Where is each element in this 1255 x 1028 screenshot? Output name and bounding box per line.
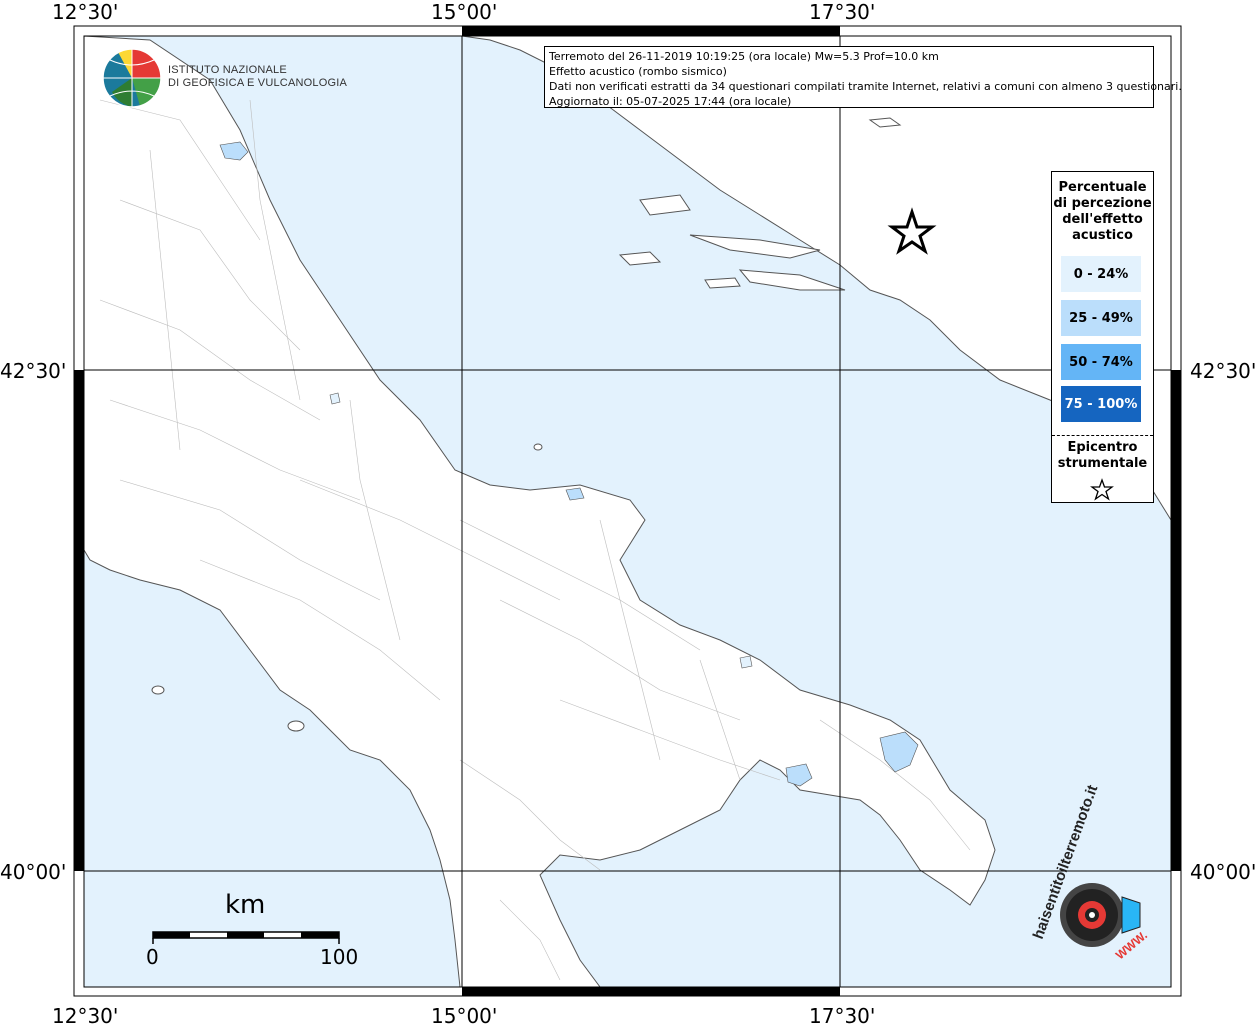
legend-title-line: Percentuale — [1058, 180, 1147, 195]
axis-label-left-2: 40°00' — [0, 860, 67, 884]
legend-title-line: acustico — [1072, 228, 1133, 243]
info-line-event: Terremoto del 26-11-2019 10:19:25 (ora l… — [549, 50, 939, 63]
axis-label-top-3: 17°30' — [809, 0, 876, 24]
legend-class-50-74: 50 - 74% — [1061, 344, 1141, 380]
axis-label-bottom-3: 17°30' — [809, 1004, 876, 1028]
ingv-logo-text: ISTITUTO NAZIONALE DI GEOFISICA E VULCAN… — [168, 64, 347, 90]
ingv-logo-line2: DI GEOFISICA E VULCANOLOGIA — [168, 77, 347, 89]
island — [151, 685, 165, 695]
info-line-data-note: Dati non verificati estratti da 34 quest… — [549, 80, 1182, 93]
ingv-logo-icon — [102, 48, 162, 108]
scale-min: 0 — [146, 945, 159, 969]
legend-class-0-24: 0 - 24% — [1061, 256, 1141, 292]
axis-label-right-1: 42°30' — [1190, 359, 1255, 383]
legend-title: Percentuale di percezione dell'effetto a… — [1052, 180, 1153, 244]
axis-label-top-1: 12°30' — [52, 0, 119, 24]
axis-label-left-1: 42°30' — [0, 359, 67, 383]
frame-segment — [74, 370, 84, 871]
scale-unit: km — [225, 890, 266, 920]
legend-title-line: dell'effetto — [1062, 212, 1143, 227]
island — [533, 443, 543, 451]
island — [704, 277, 741, 289]
legend-star-icon — [1090, 478, 1114, 501]
legend-class-25-49: 25 - 49% — [1061, 300, 1141, 336]
legend: Percentuale di percezione dell'effetto a… — [1051, 171, 1154, 503]
info-line-effect: Effetto acustico (rombo sismico) — [549, 65, 727, 78]
island — [287, 720, 305, 732]
map-canvas[interactable]: haisentitoilterremoto.it WWW. — [0, 0, 1255, 1024]
legend-epi-line: Epicentro — [1067, 440, 1138, 455]
frame-segment — [1171, 370, 1181, 871]
frame-segment — [462, 26, 840, 36]
ingv-logo-line1: ISTITUTO NAZIONALE — [168, 64, 287, 76]
legend-title-line: di percezione — [1053, 196, 1152, 211]
scale-max: 100 — [320, 945, 359, 969]
earthquake-info-box: Terremoto del 26-11-2019 10:19:25 (ora l… — [544, 46, 1182, 108]
legend-class-75-100: 75 - 100% — [1061, 386, 1141, 422]
legend-epi-line: strumentale — [1057, 456, 1148, 471]
axis-label-right-2: 40°00' — [1190, 860, 1255, 884]
legend-epicenter-label: Epicentro strumentale — [1052, 440, 1153, 472]
frame-segment — [462, 987, 840, 996]
axis-label-bottom-1: 12°30' — [52, 1004, 119, 1028]
felt-area — [739, 655, 753, 669]
info-line-updated: Aggiornato il: 05-07-2025 17:44 (ora loc… — [549, 95, 792, 108]
axis-label-top-2: 15°00' — [431, 0, 498, 24]
axis-label-bottom-2: 15°00' — [431, 1004, 498, 1028]
felt-area — [329, 392, 341, 405]
legend-divider — [1052, 435, 1153, 436]
